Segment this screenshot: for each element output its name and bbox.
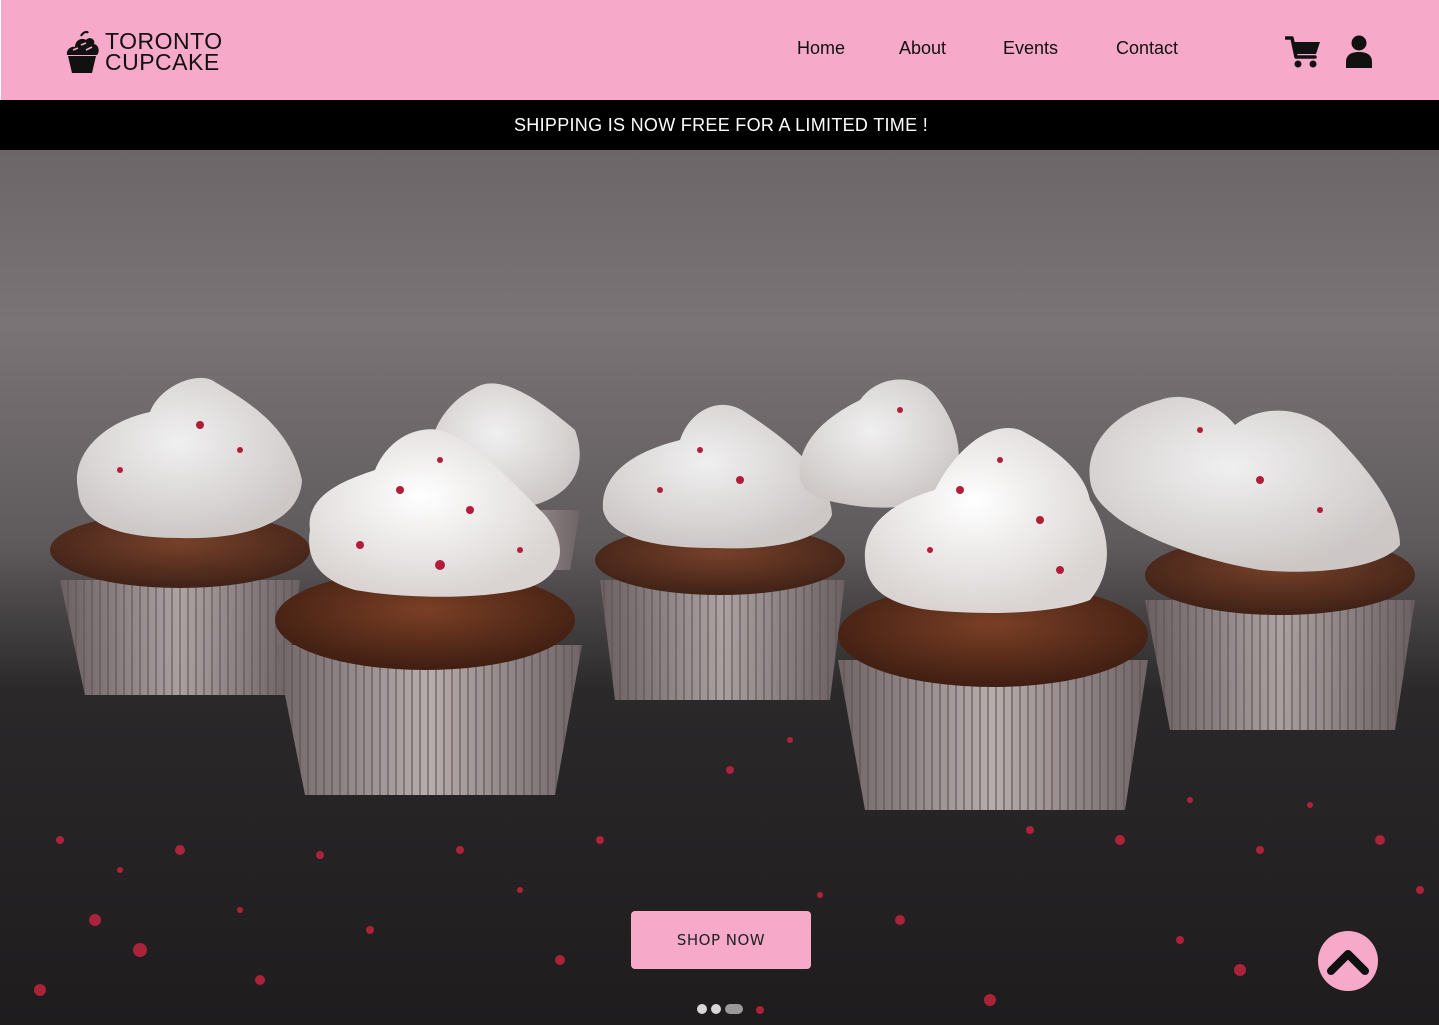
nav-events-link[interactable]: Events (1003, 38, 1058, 59)
carousel-dot-3-active[interactable] (725, 1004, 743, 1014)
scroll-to-top-button[interactable] (1318, 931, 1378, 991)
nav-contact-link[interactable]: Contact (1116, 38, 1178, 59)
site-header: TORONTO CUPCAKE Home About Events Contac… (1, 0, 1439, 100)
nav-home-link[interactable]: Home (797, 38, 845, 59)
promo-text: SHIPPING IS NOW FREE FOR A LIMITED TIME … (513, 114, 929, 135)
hero-section: SHOP NOW (0, 150, 1439, 1025)
cupcake-logo-icon (66, 31, 99, 73)
nav-about-link[interactable]: About (899, 38, 946, 59)
hero-cupcake-image (34, 377, 1424, 1014)
carousel-dot-1[interactable] (697, 1004, 707, 1014)
brand-name: TORONTO CUPCAKE (105, 30, 223, 75)
brand-line-2: CUPCAKE (105, 49, 220, 75)
carousel-dot-2[interactable] (711, 1004, 721, 1014)
promo-banner: SHIPPING IS NOW FREE FOR A LIMITED TIME … (0, 100, 1439, 150)
cart-icon[interactable] (1285, 35, 1321, 69)
user-icon[interactable] (1345, 35, 1373, 68)
carousel-indicators (697, 1003, 743, 1015)
brand-logo[interactable]: TORONTO CUPCAKE (64, 29, 234, 75)
shop-now-button[interactable]: SHOP NOW (631, 911, 811, 969)
chevron-up-icon (1327, 950, 1369, 975)
